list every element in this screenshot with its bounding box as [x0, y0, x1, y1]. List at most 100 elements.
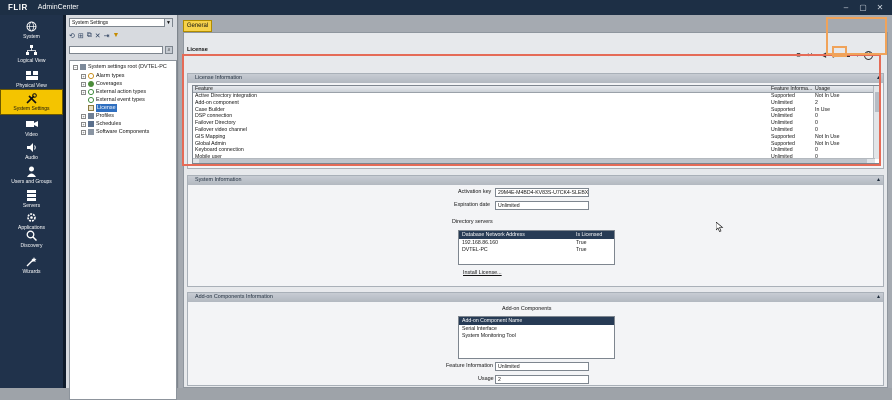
title-bar: FLIR AdminCenter – ▢ ✕ — [0, 0, 892, 15]
server-address: 192.168.86.160 — [462, 240, 499, 246]
list-header: Add-on Component Name — [459, 317, 614, 325]
nav-logical-view[interactable]: Logical View — [0, 40, 63, 66]
nav-system[interactable]: System — [0, 16, 63, 42]
server-address: DVTEL-PC — [462, 247, 488, 253]
settings-tree-pane: System Settings ▼ ⟲ ⊞ ⧉ ✕ ⇥ ▼ ⌕ − System s… — [66, 15, 178, 400]
event-icon — [88, 97, 94, 103]
category-select[interactable]: System Settings ▼ — [69, 18, 173, 27]
list-header: Database Network Address Is Licensed — [459, 231, 614, 239]
minimize-button[interactable]: – — [838, 1, 854, 13]
expiration-date-field[interactable]: Unlimited — [495, 201, 589, 210]
collapse-icon[interactable]: ▴ — [877, 293, 880, 302]
expand-icon[interactable]: + — [81, 81, 86, 87]
addon-components-list: Add-on Component Name Serial Interface S… — [458, 316, 615, 359]
nav-label: Wizards — [22, 269, 41, 275]
category-select-value: System Settings — [72, 20, 109, 26]
expand-icon[interactable]: + — [81, 89, 86, 95]
directory-servers-label: Directory servers — [452, 219, 493, 225]
install-license-link[interactable]: Install License... — [463, 268, 502, 278]
coverage-icon — [88, 81, 94, 87]
highlight-box — [832, 46, 847, 57]
tab-general[interactable]: General — [183, 20, 212, 32]
panel-title: Add-on Components Information — [195, 294, 273, 300]
list-item[interactable]: System Monitoring Tool — [459, 333, 614, 340]
magnifier-icon — [26, 230, 38, 241]
expand-icon[interactable]: + — [81, 121, 86, 127]
app-title: AdminCenter — [37, 4, 79, 11]
addon-info-panel: Add-on Components Information ▴ Add-on Co… — [187, 292, 884, 386]
tree-search-input[interactable] — [69, 46, 163, 54]
list-item[interactable]: DVTEL-PC True — [459, 247, 614, 254]
refresh-icon[interactable]: ⟲ — [69, 32, 75, 40]
tools-icon — [26, 93, 38, 104]
nav-users-and-groups[interactable]: Users and Groups — [0, 161, 63, 187]
nav-discovery[interactable]: Discovery — [0, 225, 63, 251]
tree-item-label: Software Components — [96, 129, 150, 135]
tree-item-license[interactable]: License — [88, 104, 117, 112]
tree-item-label: License — [96, 104, 117, 112]
component-name: System Monitoring Tool — [462, 333, 516, 339]
usage-field[interactable]: 2 — [495, 375, 589, 384]
tree-item-label: External action types — [96, 89, 147, 95]
tree-root[interactable]: − System settings root (DVTEL-PC — [73, 63, 167, 71]
column-header: Is Licensed — [576, 232, 603, 238]
column-header: Add-on Component Name — [462, 318, 523, 324]
tree-item-coverages[interactable]: + Coverages — [81, 80, 122, 88]
expand-icon[interactable]: + — [81, 129, 86, 135]
component-icon — [88, 129, 94, 135]
page-subtitle: License — [187, 47, 208, 53]
mouse-cursor-icon — [716, 222, 724, 232]
add-folder-icon[interactable]: ⊞ — [78, 32, 84, 40]
collapse-icon[interactable]: ▴ — [877, 176, 880, 185]
list-item[interactable]: 192.168.86.160 True — [459, 240, 614, 247]
panel-header[interactable]: System Information ▴ — [188, 176, 883, 185]
profile-icon — [88, 113, 94, 119]
schedule-icon — [88, 121, 94, 127]
action-icon — [88, 89, 94, 95]
close-button[interactable]: ✕ — [872, 1, 888, 13]
tree-item-profiles[interactable]: + Profiles — [81, 112, 114, 120]
wand-icon — [26, 256, 38, 267]
tree-item-label: Alarm types — [96, 73, 125, 79]
is-licensed-value: True — [576, 247, 587, 253]
chevron-down-icon[interactable]: ▼ — [164, 19, 172, 27]
alarm-icon — [88, 73, 94, 79]
is-licensed-value: True — [576, 240, 587, 246]
nav-physical-view[interactable]: Physical View — [0, 65, 63, 91]
nav-audio[interactable]: Audio — [0, 137, 63, 163]
expand-icon[interactable]: + — [81, 113, 86, 119]
license-icon — [88, 105, 94, 111]
component-name: Serial Interface — [462, 326, 497, 332]
tree-toolbar: ⟲ ⊞ ⧉ ✕ ⇥ ▼ — [69, 30, 173, 41]
move-icon[interactable]: ⇥ — [104, 32, 110, 40]
settings-tree: − System settings root (DVTEL-PC + Alarm t… — [69, 60, 177, 400]
addon-components-label: Add-on Components — [502, 306, 552, 312]
tree-item-software-components[interactable]: + Software Components — [81, 128, 149, 136]
tree-item-external-event-types[interactable]: External event types — [88, 96, 145, 104]
root-node-icon — [80, 64, 86, 70]
usage-label: Usage — [478, 376, 494, 382]
copy-icon[interactable]: ⧉ — [87, 32, 92, 40]
nav-label: System Settings — [13, 106, 50, 112]
filter-icon[interactable]: ▼ — [113, 32, 120, 39]
tree-item-schedules[interactable]: + Schedules — [81, 120, 121, 128]
nav-wizards[interactable]: Wizards — [0, 251, 63, 277]
search-icon[interactable]: ⌕ — [165, 46, 173, 54]
maximize-button[interactable]: ▢ — [855, 1, 871, 13]
delete-icon[interactable]: ✕ — [95, 32, 101, 40]
highlight-box — [182, 54, 881, 166]
nav-system-settings[interactable]: System Settings — [0, 89, 63, 115]
speaker-icon — [26, 142, 38, 153]
collapse-icon[interactable]: − — [73, 64, 78, 70]
tree-item-external-action-types[interactable]: + External action types — [81, 88, 146, 96]
flir-logo: FLIR — [8, 3, 28, 12]
activation-key-label: Activation key — [458, 189, 492, 195]
expand-icon[interactable]: + — [81, 73, 86, 79]
panel-header[interactable]: Add-on Components Information ▴ — [188, 293, 883, 302]
activation-key-field[interactable]: 29M4E-M4BD4-KV83S-U7CK4-SLEBX — [495, 188, 589, 197]
camera-icon — [25, 119, 38, 130]
feature-information-field[interactable]: Unlimited — [495, 362, 589, 371]
list-item[interactable]: Serial Interface — [459, 326, 614, 333]
tree-icon — [26, 45, 38, 56]
tree-item-alarm-types[interactable]: + Alarm types — [81, 72, 124, 80]
